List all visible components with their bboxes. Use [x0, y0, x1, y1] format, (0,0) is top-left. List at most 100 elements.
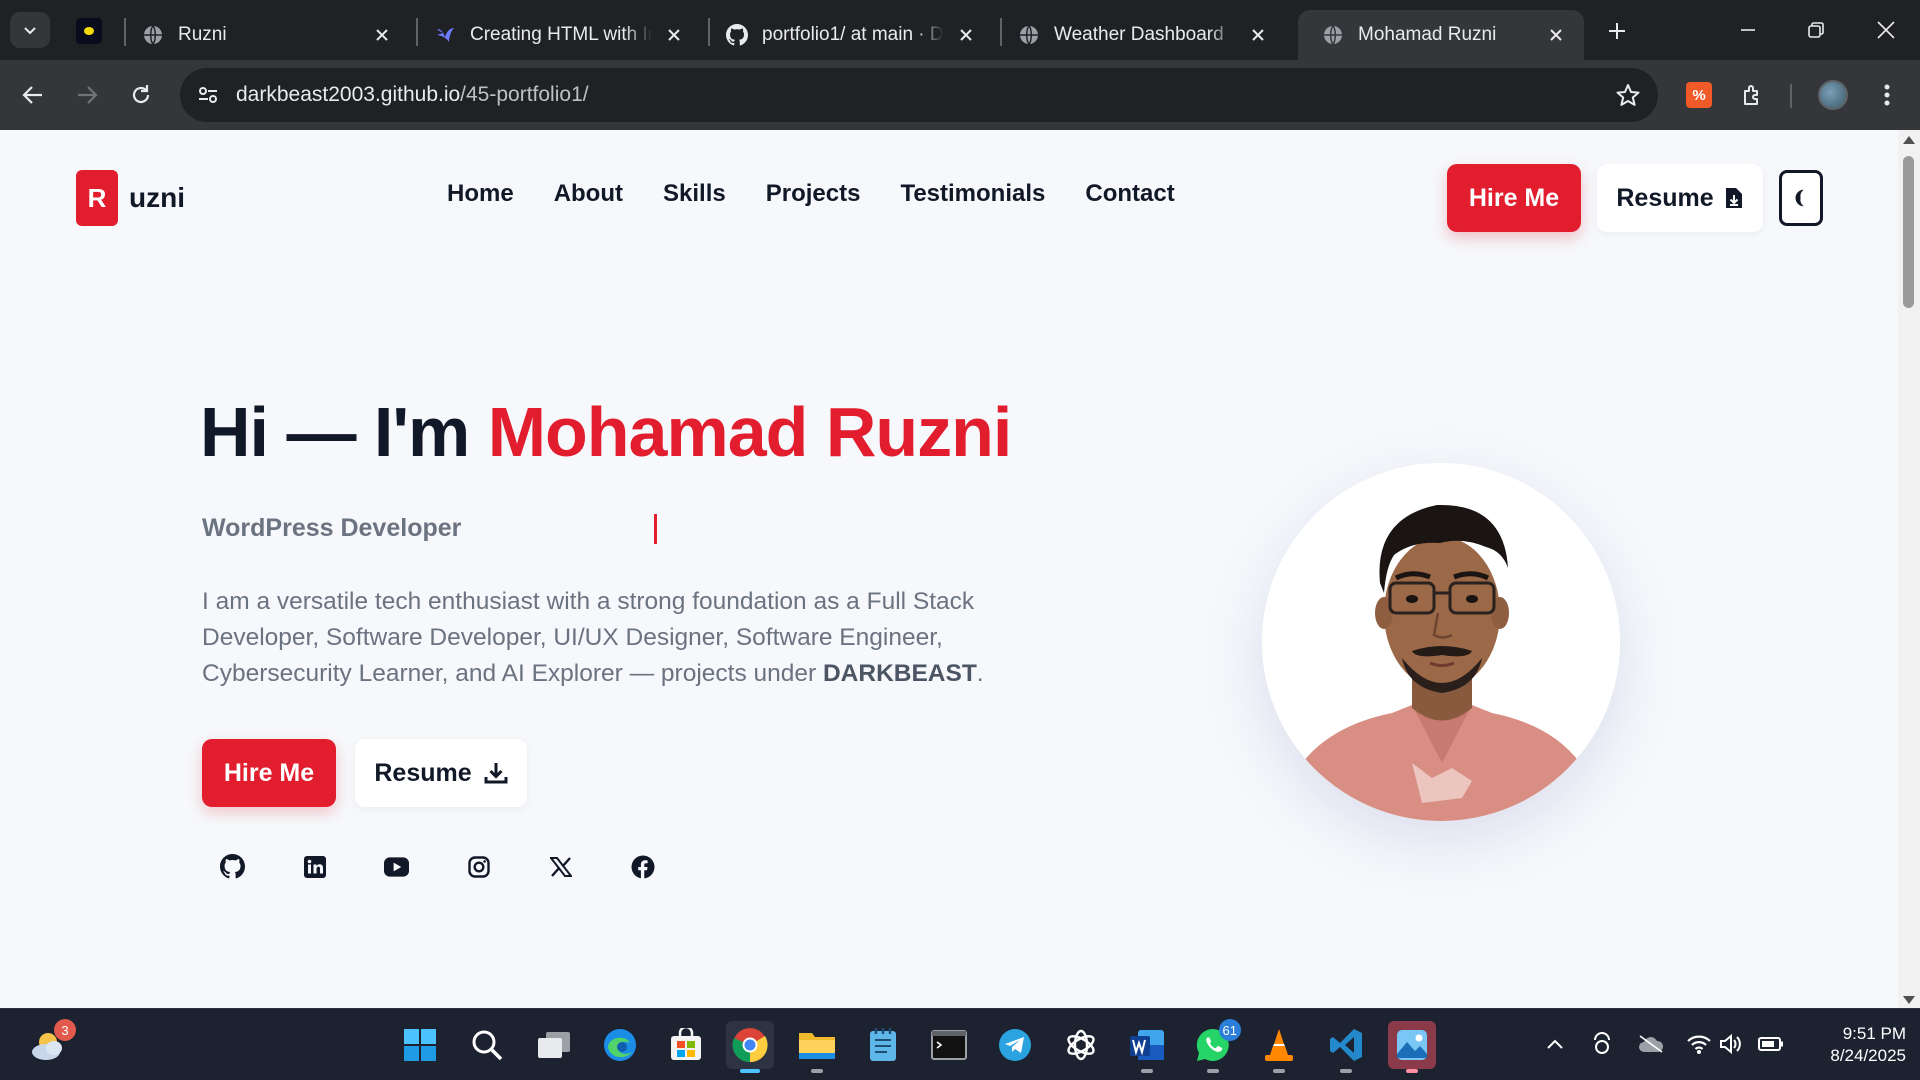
pinned-tab-favicon[interactable] [76, 18, 102, 44]
tab-weather-dashboard[interactable]: Weather Dashboard [994, 10, 1286, 60]
portfolio-page: R uzni Home About Skills Projects Testim… [0, 130, 1898, 1008]
scrollbar-thumb[interactable] [1903, 156, 1914, 308]
onedrive-cloud-icon[interactable] [1636, 1029, 1666, 1059]
social-links [220, 854, 655, 879]
back-button[interactable] [14, 76, 52, 114]
tab-title: Mohamad Ruzni [1358, 24, 1497, 45]
nav-testimonials[interactable]: Testimonials [900, 180, 1045, 208]
taskbar-whatsapp[interactable]: 61 [1189, 1019, 1241, 1073]
close-icon[interactable] [370, 23, 394, 47]
volume-icon[interactable] [1716, 1029, 1746, 1059]
close-icon[interactable] [662, 23, 686, 47]
reload-icon [132, 85, 150, 104]
nav-projects[interactable]: Projects [766, 180, 861, 208]
logo-text[interactable]: uzni [129, 182, 185, 214]
taskbar-terminal[interactable] [925, 1021, 973, 1069]
globe-icon [142, 24, 164, 46]
tab-mohamad-ruzni[interactable]: Mohamad Ruzni [1298, 10, 1584, 60]
menu-kebab-icon[interactable] [1870, 78, 1904, 112]
chatgpt-icon [1067, 1029, 1095, 1061]
url-text[interactable]: darkbeast2003.github.io/45-portfolio1/ [236, 83, 589, 107]
chrome-icon [732, 1028, 768, 1063]
tab-search-button[interactable] [10, 12, 50, 48]
taskbar-word[interactable] [1123, 1021, 1171, 1073]
hero-heading: Hi — I'm Mohamad Ruzni [200, 392, 1013, 472]
x-icon[interactable] [548, 854, 573, 879]
url-path: /45-portfolio1/ [460, 83, 589, 106]
theme-toggle-button[interactable] [1779, 170, 1823, 226]
close-icon[interactable] [1246, 23, 1270, 47]
site-info-icon[interactable] [194, 81, 222, 109]
tab-creating-html[interactable]: Creating HTML with Inn [410, 10, 702, 60]
youtube-icon[interactable] [384, 854, 409, 879]
scroll-down-arrow-icon[interactable] [1903, 996, 1915, 1004]
resume-button[interactable]: Resume [355, 739, 527, 807]
taskbar-vscode[interactable] [1322, 1021, 1370, 1073]
tray-sync-icon[interactable] [1587, 1029, 1617, 1059]
restore-button[interactable] [1786, 10, 1846, 50]
taskbar-notepad[interactable] [859, 1021, 907, 1069]
extension-icon[interactable]: % [1682, 78, 1716, 112]
vlc-icon [1265, 1029, 1293, 1061]
word-icon [1130, 1030, 1164, 1060]
address-bar[interactable]: darkbeast2003.github.io/45-portfolio1/ [180, 68, 1658, 122]
photos-icon [1397, 1030, 1427, 1060]
bookmark-star-icon[interactable] [1614, 81, 1642, 109]
profile-avatar[interactable] [1816, 78, 1850, 112]
taskbar-store[interactable] [662, 1021, 710, 1069]
nav-about[interactable]: About [554, 180, 623, 208]
minimize-button[interactable] [1718, 10, 1778, 50]
wifi-icon[interactable] [1684, 1029, 1714, 1059]
hero-greeting: Hi — I'm [200, 393, 470, 471]
github-icon[interactable] [220, 854, 245, 879]
close-icon[interactable] [1544, 23, 1568, 47]
taskbar-vlc[interactable] [1255, 1021, 1303, 1073]
logo-letter[interactable]: R [76, 170, 118, 226]
taskbar-chrome[interactable] [726, 1021, 774, 1073]
hire-me-button-header[interactable]: Hire Me [1447, 164, 1581, 232]
linkedin-icon[interactable] [302, 854, 327, 879]
facebook-icon[interactable] [630, 854, 655, 879]
tab-title: portfolio1/ at main · DA [762, 24, 944, 45]
extensions-puzzle-icon[interactable] [1736, 78, 1770, 112]
new-tab-button[interactable] [1600, 14, 1634, 48]
hero-name: Mohamad Ruzni [487, 393, 1013, 471]
globe-icon [1018, 24, 1040, 46]
battery-icon[interactable] [1756, 1029, 1786, 1059]
system-clock[interactable]: 9:51 PM 8/24/2025 [1806, 1023, 1906, 1067]
edge-icon [604, 1029, 636, 1061]
reload-button[interactable] [122, 76, 160, 114]
url-host: darkbeast2003.github.io [236, 83, 461, 106]
tab-github[interactable]: portfolio1/ at main · DA [702, 10, 994, 60]
nav-home[interactable]: Home [447, 180, 514, 208]
taskbar-photos[interactable] [1388, 1021, 1436, 1073]
scroll-up-arrow-icon[interactable] [1903, 136, 1915, 144]
vscode-icon [1330, 1029, 1362, 1061]
tab-title: Weather Dashboard [1054, 24, 1224, 45]
hire-me-button[interactable]: Hire Me [202, 739, 336, 807]
toolbar-divider [1790, 84, 1792, 108]
hero-bio: I am a versatile tech enthusiast with a … [202, 584, 1052, 692]
instagram-icon[interactable] [466, 854, 491, 879]
taskbar-telegram[interactable] [991, 1021, 1039, 1069]
tab-ruzni[interactable]: Ruzni [118, 10, 410, 60]
tray-overflow-chevron-icon[interactable] [1540, 1029, 1570, 1059]
task-view-button[interactable] [530, 1021, 578, 1069]
close-window-button[interactable] [1856, 10, 1916, 50]
close-icon[interactable] [954, 23, 978, 47]
search-button[interactable] [463, 1021, 511, 1069]
notepad-icon [870, 1028, 896, 1061]
nav-skills[interactable]: Skills [663, 180, 726, 208]
forward-button[interactable] [68, 76, 106, 114]
running-indicator [811, 1069, 823, 1073]
taskbar-file-explorer[interactable] [793, 1021, 841, 1073]
taskbar-edge[interactable] [596, 1021, 644, 1069]
page-scrollbar[interactable] [1898, 130, 1920, 1008]
taskbar-chatgpt[interactable] [1057, 1021, 1105, 1069]
nav-contact[interactable]: Contact [1085, 180, 1174, 208]
weather-widget[interactable]: 3 [24, 1019, 76, 1069]
start-button[interactable] [396, 1021, 444, 1069]
tab-title: Creating HTML with Inn [470, 24, 652, 45]
resume-button-header[interactable]: Resume [1597, 164, 1763, 232]
tab-title: Ruzni [178, 24, 227, 45]
